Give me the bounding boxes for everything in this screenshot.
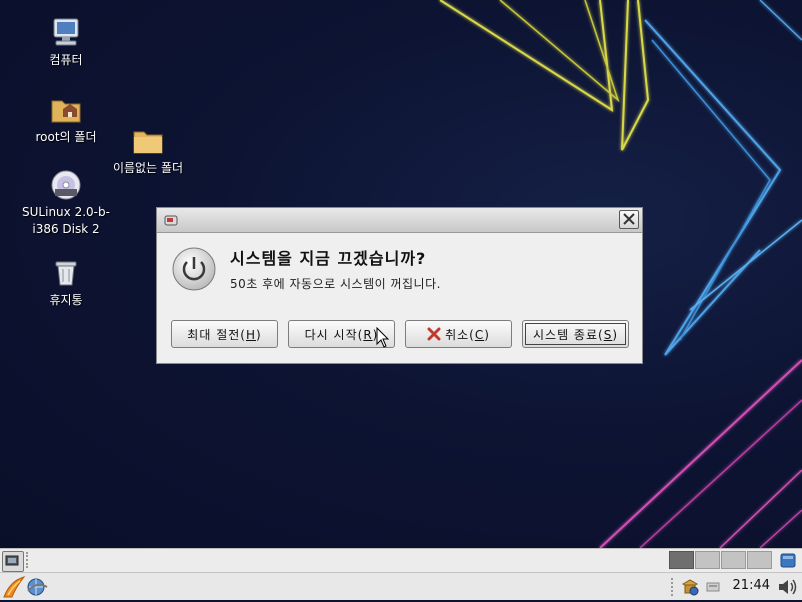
volume-control[interactable] <box>777 577 799 597</box>
home-folder-icon <box>49 93 83 127</box>
folder-icon <box>131 124 165 158</box>
close-button[interactable] <box>619 210 639 229</box>
computer-icon <box>49 16 83 50</box>
desktop-icon-label: 컴퓨터 <box>49 53 83 67</box>
clock[interactable]: 21:44 <box>733 578 770 593</box>
trash-icon <box>49 256 83 290</box>
dialog-app-icon <box>164 213 178 227</box>
update-notifier-icon[interactable] <box>681 578 699 596</box>
bottom-panel: 21:44 <box>0 572 802 600</box>
workspace-4[interactable] <box>747 551 772 569</box>
desktop-icon-label: 이름없는 폴더 <box>112 161 184 175</box>
main-menu-button[interactable] <box>2 575 26 599</box>
workspace-2[interactable] <box>695 551 720 569</box>
desktop-icon-computer[interactable]: 컴퓨터 <box>18 16 114 69</box>
power-icon <box>171 246 217 292</box>
distro-logo-icon <box>3 576 26 598</box>
dvd-icon <box>49 168 83 202</box>
workspace-3[interactable] <box>721 551 746 569</box>
show-desktop-icon <box>5 555 19 566</box>
close-icon <box>623 213 635 225</box>
mouse-cursor-icon <box>376 327 390 348</box>
dialog-titlebar[interactable] <box>157 208 642 233</box>
desktop-icon-label: 휴지통 <box>49 293 83 307</box>
speaker-icon <box>779 579 797 595</box>
desktop-icon-dvd[interactable]: SULinux 2.0-b- i386 Disk 2 <box>18 168 114 238</box>
panel-handle[interactable] <box>26 552 31 568</box>
shutdown-dialog: 시스템을 지금 끄겠습니까? 50초 후에 자동으로 시스템이 꺼집니다. 최대… <box>156 207 643 364</box>
desktop-icon-untitled-folder[interactable]: 이름없는 폴더 <box>100 124 196 177</box>
cancel-button[interactable]: 취소(C) <box>405 320 512 348</box>
desktop-icon-label: SULinux 2.0-b- i386 Disk 2 <box>22 205 110 236</box>
network-status-icon[interactable] <box>706 581 720 593</box>
trash-applet-icon[interactable] <box>778 552 798 569</box>
taskbar-panel <box>0 548 802 572</box>
dialog-heading: 시스템을 지금 끄겠습니까? <box>230 249 427 268</box>
shutdown-button[interactable]: 시스템 종료(S) <box>522 320 629 348</box>
workspace-1[interactable] <box>669 551 694 569</box>
desktop[interactable]: 컴퓨터 root의 폴더 이름없는 폴더 SULinux 2.0-b- i386… <box>0 0 802 548</box>
cancel-x-icon <box>427 327 441 341</box>
hibernate-button[interactable]: 최대 절전(H) <box>171 320 278 348</box>
panel-handle[interactable] <box>671 578 676 596</box>
dialog-message: 50초 후에 자동으로 시스템이 꺼집니다. <box>230 277 441 291</box>
web-browser-launcher[interactable] <box>26 577 48 597</box>
desktop-icon-trash[interactable]: 휴지통 <box>18 256 114 309</box>
show-desktop-button[interactable] <box>2 551 24 572</box>
browser-icon <box>27 578 48 596</box>
